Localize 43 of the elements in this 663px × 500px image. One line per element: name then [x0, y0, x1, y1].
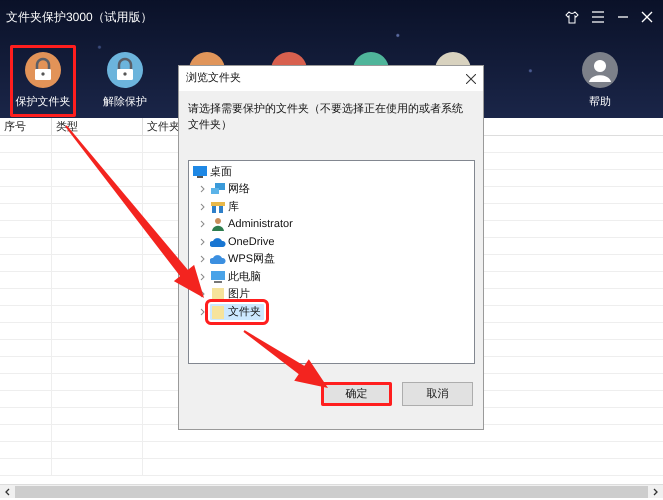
toolbar-button[interactable]: 保护文件夹 [10, 45, 76, 117]
window-title: 文件夹保护3000（试用版） [6, 9, 153, 26]
dialog-title: 浏览文件夹 [186, 70, 241, 86]
dialog-prompt: 请选择需要保护的文件夹（不要选择正在使用的或者系统文件夹） [187, 102, 464, 133]
scroll-right-icon[interactable] [653, 488, 658, 496]
toolbar-button[interactable]: 帮助 [567, 45, 633, 117]
toolbar-button[interactable]: 解除保护 [92, 45, 158, 117]
tree-item[interactable]: Administrator [210, 216, 296, 232]
person-icon [210, 217, 226, 232]
column-header[interactable]: 序号 [0, 118, 52, 135]
tree-item[interactable]: 文件夹 [210, 304, 264, 320]
computer-icon [210, 270, 226, 284]
chevron-icon[interactable] [200, 308, 205, 316]
folder-icon [210, 304, 226, 319]
network-icon [210, 182, 226, 196]
dialog-button[interactable]: 取消 [402, 382, 473, 406]
tree-item[interactable]: 网络 [210, 181, 253, 198]
horizontal-scrollbar[interactable] [0, 484, 663, 498]
menu-icon[interactable] [591, 11, 605, 23]
tree-item[interactable]: 库 [210, 198, 242, 215]
tree-item[interactable]: WPS网盘 [210, 251, 278, 268]
close-icon[interactable] [466, 74, 476, 84]
chevron-icon[interactable] [200, 185, 205, 194]
tree-item[interactable]: 图片 [210, 286, 253, 302]
dialog-button[interactable]: 确定 [321, 382, 392, 406]
tree-item[interactable]: 此电脑 [210, 268, 264, 285]
chevron-icon[interactable] [200, 220, 205, 228]
library-icon [210, 200, 226, 214]
shirt-icon[interactable] [565, 10, 579, 24]
monitor-icon [192, 164, 208, 179]
cloud-icon [210, 252, 226, 266]
folder-icon [210, 287, 226, 302]
lock-icon [107, 52, 143, 88]
chevron-icon[interactable] [200, 255, 205, 264]
lock-icon [25, 52, 61, 88]
chevron-icon[interactable] [200, 202, 205, 211]
folder-tree[interactable]: 桌面 网络 库 Administrator OneDrive WPS网盘 此电脑 图片 文件夹 [188, 160, 475, 364]
user-icon [582, 52, 618, 88]
chevron-icon[interactable] [200, 238, 205, 246]
tree-item[interactable]: 桌面 [192, 164, 235, 180]
chevron-icon[interactable] [200, 272, 205, 281]
tree-item[interactable]: OneDrive [210, 234, 278, 250]
scroll-left-icon[interactable] [5, 488, 10, 496]
